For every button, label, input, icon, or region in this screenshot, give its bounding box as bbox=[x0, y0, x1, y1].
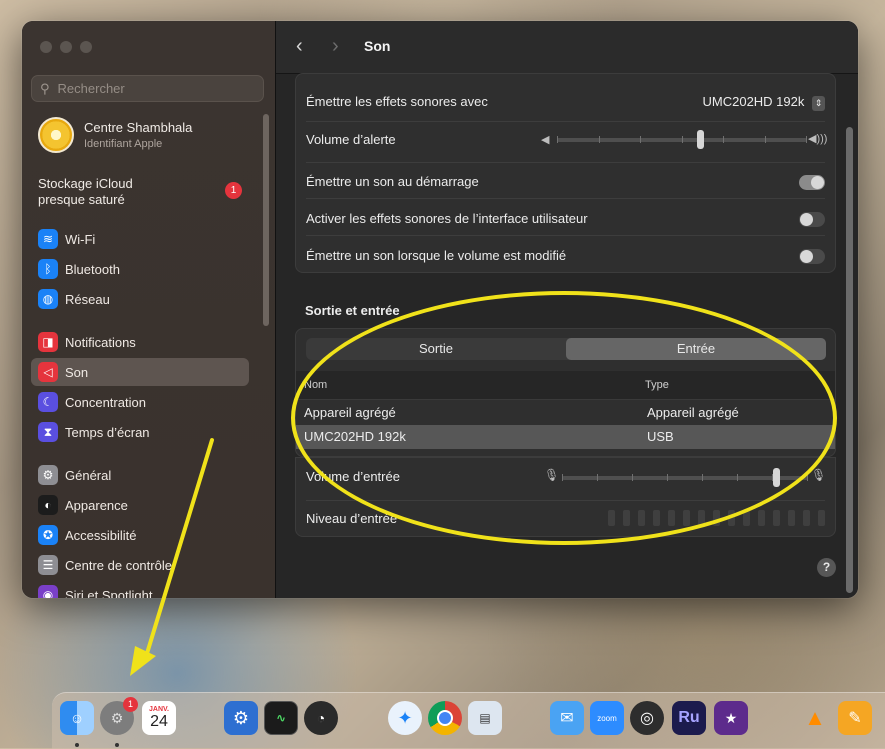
activity-monitor-icon[interactable]: ∿ bbox=[264, 701, 298, 735]
mail-icon[interactable]: ✉ bbox=[550, 701, 584, 735]
safari-icon[interactable]: ✦ bbox=[388, 701, 422, 735]
chrome-icon[interactable] bbox=[428, 701, 462, 735]
yellow-arrow-annotation bbox=[130, 438, 214, 676]
calendar-icon[interactable]: JANV. 24 bbox=[142, 701, 176, 735]
pages-icon[interactable]: ✎ bbox=[838, 701, 872, 735]
vlc-icon[interactable]: ▲ bbox=[798, 701, 832, 735]
preview-icon[interactable]: ▤ bbox=[468, 701, 502, 735]
obs-icon[interactable]: ◎ bbox=[630, 701, 664, 735]
dock: ☺ ⚙ JANV. 24 ⚙ ∿ ◔ ✦ ▤ ✉ zoom ◎ Ru ★ ▲ ✎ bbox=[52, 692, 885, 749]
imovie-icon[interactable]: ★ bbox=[714, 701, 748, 735]
speedometer-icon[interactable]: ◔ bbox=[304, 701, 338, 735]
settings-dock-badge: 1 bbox=[123, 697, 138, 712]
zoom-icon[interactable]: zoom bbox=[590, 701, 624, 735]
system-toolkit-icon[interactable]: ⚙ bbox=[224, 701, 258, 735]
finder-icon[interactable]: ☺ bbox=[60, 701, 94, 735]
premiere-rush-icon[interactable]: Ru bbox=[672, 701, 706, 735]
